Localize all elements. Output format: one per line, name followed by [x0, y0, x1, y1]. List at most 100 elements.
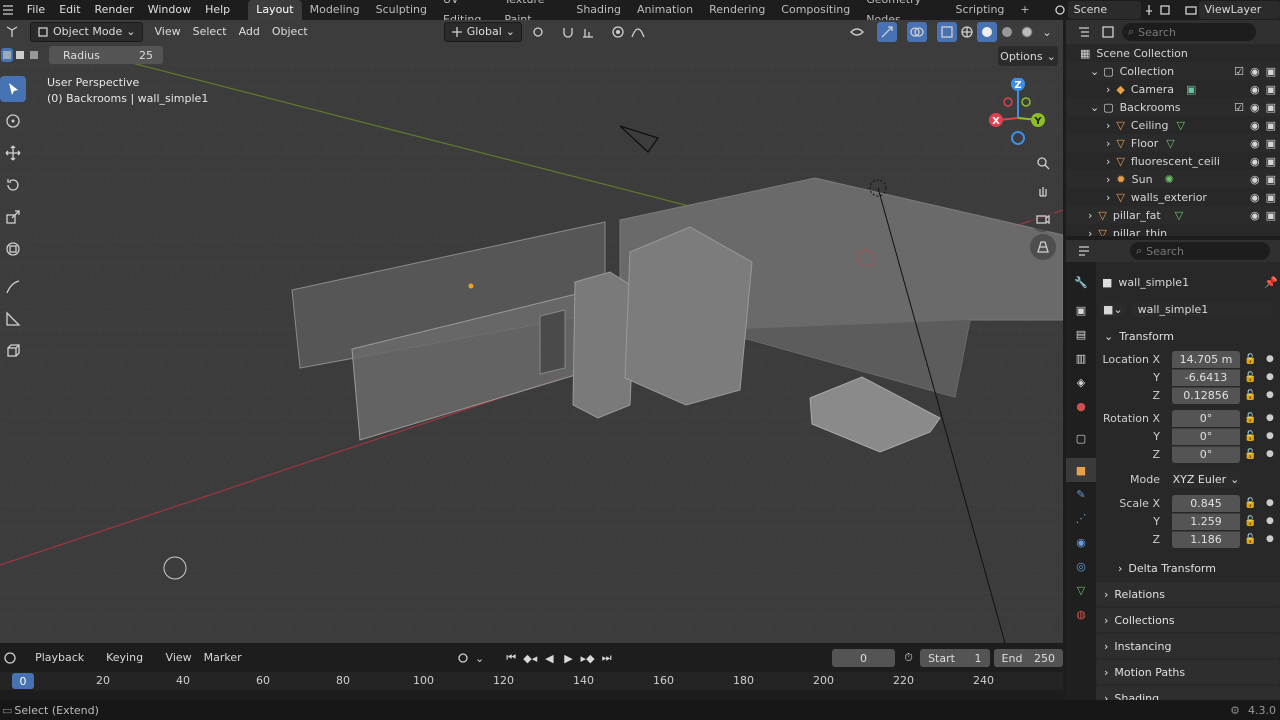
modifier-tab-icon[interactable]: ✎ — [1066, 482, 1096, 506]
view-layer-tab-icon[interactable]: ▥ — [1066, 346, 1096, 370]
pin-icon[interactable] — [1141, 0, 1157, 20]
chevron-right-icon[interactable]: › — [1106, 155, 1110, 168]
camera-render-icon[interactable]: ▣ — [1266, 83, 1276, 96]
eye-icon[interactable]: ◉ — [1250, 173, 1260, 186]
outliner-row-floor[interactable]: › ▽ Floor ▽ ◉ ▣ — [1066, 134, 1280, 152]
camera-render-icon[interactable]: ▣ — [1266, 137, 1276, 150]
scale-x-field[interactable]: 0.845 — [1172, 494, 1240, 512]
select-mode-new-icon[interactable] — [1, 48, 13, 62]
chevron-right-icon[interactable]: › — [1088, 209, 1092, 222]
physics-tab-icon[interactable]: ◉ — [1066, 530, 1096, 554]
properties-editor-icon[interactable] — [1074, 241, 1094, 261]
pillar-thin[interactable] — [572, 271, 636, 419]
particles-tab-icon[interactable]: ⋰ — [1066, 506, 1096, 530]
perspective-toggle-icon[interactable] — [1030, 234, 1056, 260]
camera-render-icon[interactable]: ▣ — [1266, 155, 1276, 168]
gizmo-toggle-icon[interactable] — [877, 22, 897, 42]
menu-window[interactable]: Window — [141, 0, 198, 20]
current-frame-field[interactable]: 0 — [831, 649, 895, 667]
move-tool[interactable] — [0, 140, 26, 166]
jump-start-icon[interactable]: ⏮ — [502, 648, 521, 668]
chevron-right-icon[interactable]: › — [1106, 119, 1110, 132]
rotation-x-field[interactable]: 0° — [1172, 409, 1240, 427]
keyframe-dot-icon[interactable]: ● — [1266, 498, 1274, 508]
outliner-row-pillar-fat[interactable]: › ▽ pillar_fat ▽ ◉ ▣ — [1066, 206, 1280, 224]
keyframe-dot-icon[interactable]: ● — [1266, 413, 1274, 423]
collection-tab-icon[interactable]: ▢ — [1066, 426, 1096, 450]
end-frame-field[interactable]: End 250 — [993, 649, 1063, 667]
render-tab-icon[interactable]: ▣ — [1066, 298, 1096, 322]
motion-paths-panel-header[interactable]: › Motion Paths — [1096, 660, 1280, 684]
rotation-mode-dropdown[interactable]: XYZ Euler ⌄ — [1172, 470, 1240, 488]
lock-icon[interactable]: 🔓 — [1244, 534, 1256, 545]
chevron-right-icon[interactable]: › — [1106, 83, 1110, 96]
chevron-down-icon[interactable]: ⌄ — [1090, 65, 1099, 78]
location-y-field[interactable]: -6.6413 — [1172, 368, 1240, 386]
view-layer-icon[interactable] — [1183, 0, 1199, 20]
editor-type-viewport-icon[interactable] — [2, 22, 22, 42]
menu-playback[interactable]: Playback ⌄ — [29, 648, 100, 684]
eye-icon[interactable]: ◉ — [1250, 137, 1260, 150]
3d-viewport[interactable]: Object Mode ⌄ View Select Add Object Glo… — [0, 20, 1063, 643]
add-cube-tool[interactable] — [0, 338, 26, 364]
outliner-row-collection[interactable]: ⌄ ▢ Collection ☑ ◉ ▣ — [1066, 62, 1280, 80]
chevron-right-icon[interactable]: › — [1106, 173, 1110, 186]
scene-name[interactable]: Scene — [1067, 1, 1142, 19]
menu-marker[interactable]: Marker — [198, 648, 248, 668]
keyframe-dot-icon[interactable]: ● — [1266, 449, 1274, 459]
pan-hand-icon[interactable] — [1030, 178, 1056, 204]
outliner-row-sun[interactable]: › ✹ Sun ✺ ◉ ▣ — [1066, 170, 1280, 188]
cursor-tool[interactable] — [0, 108, 26, 134]
keyframe-dot-icon[interactable]: ● — [1266, 354, 1274, 364]
mode-dropdown[interactable]: Object Mode ⌄ — [30, 22, 143, 42]
material-tab-icon[interactable]: ◍ — [1066, 602, 1096, 626]
eye-icon[interactable]: ◉ — [1250, 101, 1260, 114]
jump-keyframe-forward-icon[interactable]: ▸◆ — [578, 648, 597, 668]
play-reverse-icon[interactable]: ◀ — [540, 648, 559, 668]
snap-target-icon[interactable] — [578, 22, 598, 42]
navigation-gizmo[interactable]: Z Y X — [986, 78, 1054, 148]
preview-range-icon[interactable]: ⏱ — [899, 648, 918, 668]
lock-icon[interactable]: 🔓 — [1244, 516, 1256, 527]
orientation-dropdown[interactable]: Global ⌄ — [443, 22, 522, 42]
eye-icon[interactable]: ◉ — [1250, 83, 1260, 96]
rendered-shading-icon[interactable] — [1017, 22, 1037, 42]
play-icon[interactable]: ▶ — [559, 648, 578, 668]
tab-shading[interactable]: Shading — [568, 0, 629, 20]
falloff-icon[interactable] — [628, 22, 648, 42]
menu-add[interactable]: Add — [233, 22, 266, 42]
menu-help[interactable]: Help — [198, 0, 237, 20]
pivot-icon[interactable] — [528, 22, 548, 42]
auto-keying-icon[interactable] — [454, 648, 473, 668]
outliner-row-fluorescent-ceiling[interactable]: › ▽ fluorescent_ceiling ◉ ▣ — [1066, 152, 1280, 170]
lock-icon[interactable]: 🔓 — [1244, 354, 1256, 365]
lock-icon[interactable]: 🔓 — [1244, 413, 1256, 424]
scale-z-field[interactable]: 1.186 — [1172, 530, 1240, 548]
outliner-row-scene-collection[interactable]: ▦ Scene Collection — [1066, 44, 1280, 62]
material-shading-icon[interactable] — [997, 22, 1017, 42]
transform-panel-header[interactable]: ⌄ Transform — [1096, 324, 1280, 348]
menu-edit[interactable]: Edit — [52, 0, 87, 20]
view-layer-name[interactable]: ViewLayer — [1198, 1, 1280, 19]
jump-end-icon[interactable]: ⏭ — [597, 648, 616, 668]
outliner-row-backrooms[interactable]: ⌄ ▢ Backrooms ☑ ◉ ▣ — [1066, 98, 1280, 116]
visibility-icon[interactable] — [847, 22, 867, 42]
chevron-right-icon[interactable]: › — [1106, 191, 1110, 204]
tab-compositing[interactable]: Compositing — [773, 0, 858, 20]
camera-render-icon[interactable]: ▣ — [1266, 101, 1276, 114]
location-z-field[interactable]: 0.12856 — [1172, 386, 1240, 404]
snap-icon[interactable] — [558, 22, 578, 42]
eye-icon[interactable]: ◉ — [1250, 119, 1260, 132]
keyframe-dot-icon[interactable]: ● — [1266, 372, 1274, 382]
instancing-panel-header[interactable]: › Instancing — [1096, 634, 1280, 658]
menu-select[interactable]: Select — [187, 22, 233, 42]
menu-view[interactable]: View — [149, 22, 187, 42]
datablock-row[interactable]: ■⌄ wall_simple1 — [1096, 296, 1280, 322]
menu-object[interactable]: Object — [266, 22, 314, 42]
radius-field[interactable]: Radius 25 — [49, 46, 163, 64]
timeline-editor-icon[interactable] — [0, 648, 19, 668]
camera-render-icon[interactable]: ▣ — [1266, 191, 1276, 204]
relations-panel-header[interactable]: › Relations — [1096, 582, 1280, 606]
menu-keying[interactable]: Keying ⌄ — [100, 648, 159, 684]
tab-modeling[interactable]: Modeling — [302, 0, 368, 20]
